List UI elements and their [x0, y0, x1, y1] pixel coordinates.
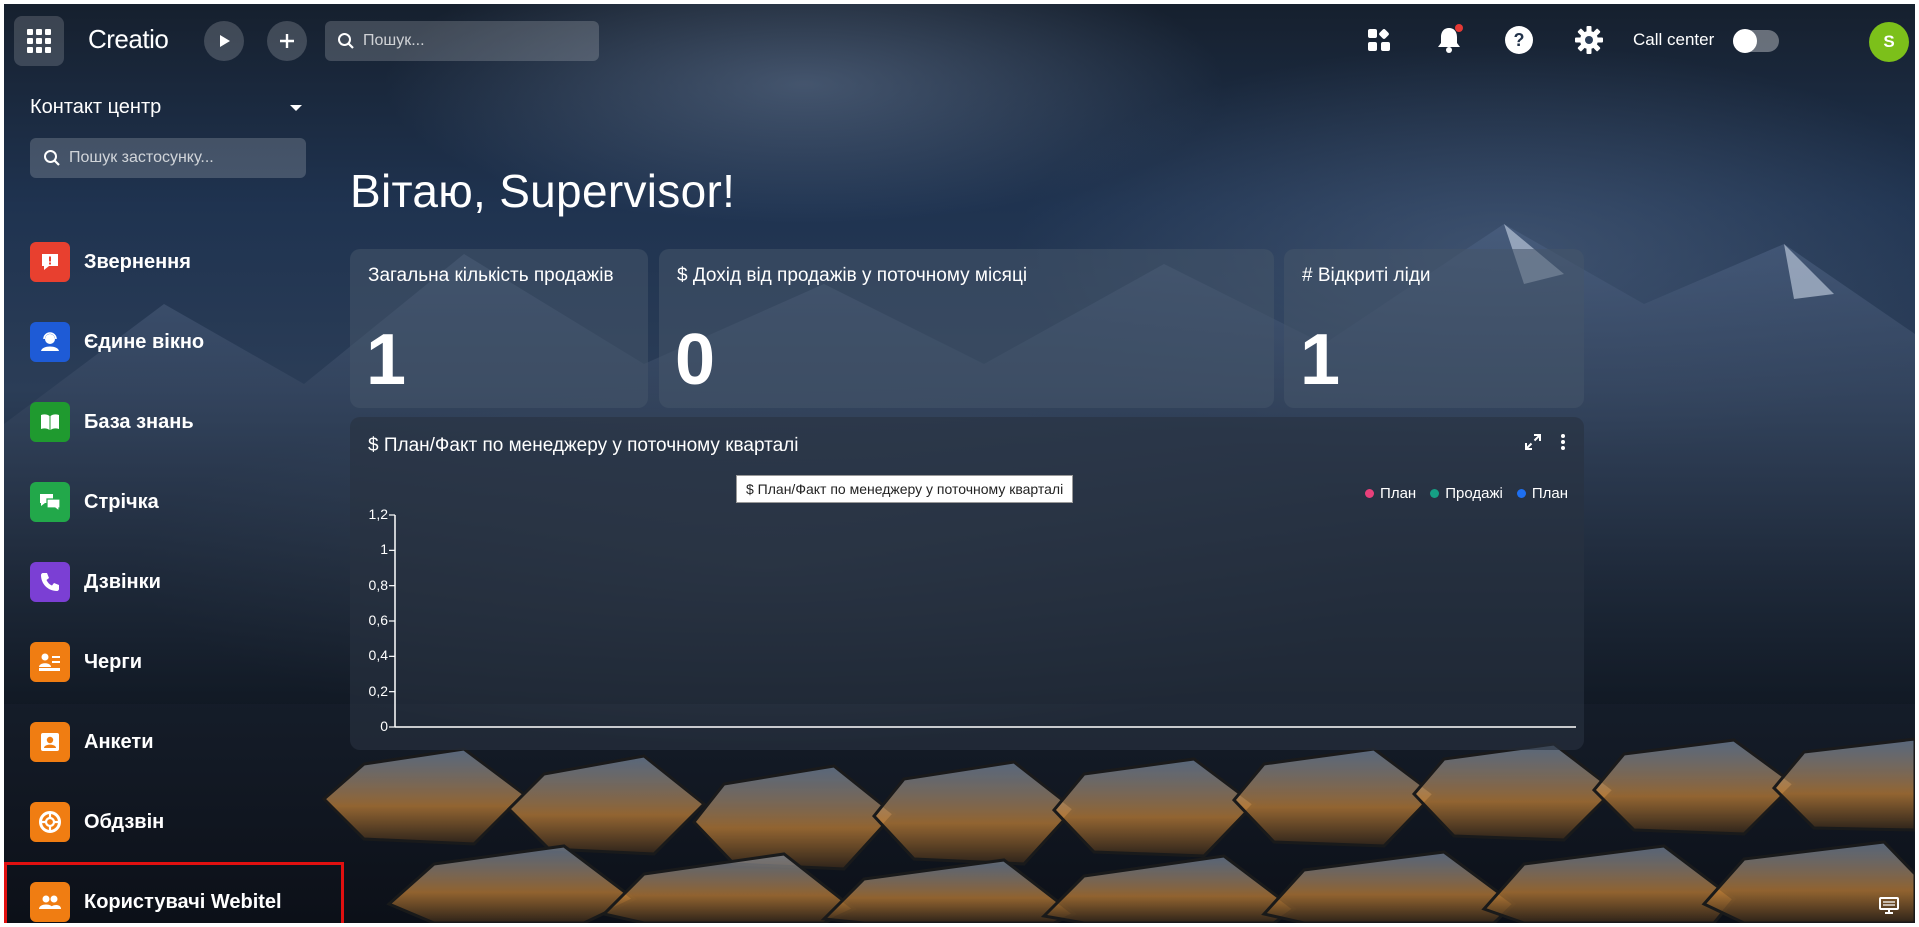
nav-item-call-campaign[interactable]: Обдзвін: [4, 782, 344, 862]
top-bar: Creatio ?: [4, 4, 1915, 76]
chat-icon: [30, 482, 70, 522]
nav-item-label: Звернення: [84, 250, 191, 273]
run-process-button[interactable]: [204, 21, 244, 61]
call-center-toggle[interactable]: [1733, 29, 1779, 53]
gear-icon: [1575, 26, 1603, 54]
nav-item-questionnaires[interactable]: Анкети: [4, 702, 344, 782]
help-icon: ?: [1505, 26, 1533, 54]
notifications-button[interactable]: [1431, 22, 1467, 58]
open-leads-card[interactable]: # Відкриті ліди 1: [1284, 249, 1584, 408]
book-icon: [30, 402, 70, 442]
nav-item-single-window[interactable]: Єдине вікно: [4, 302, 344, 382]
card-title: Загальна кількість продажів: [368, 265, 614, 286]
card-title: # Відкриті ліди: [1302, 265, 1431, 286]
monthly-revenue-card[interactable]: $ Дохід від продажів у поточному місяці …: [659, 249, 1274, 408]
nav-item-label: Черги: [84, 650, 143, 673]
case-icon: [30, 242, 70, 282]
workspace-selector[interactable]: Контакт центр: [30, 96, 306, 119]
notification-dot: [1455, 24, 1463, 32]
phone-icon: [30, 562, 70, 602]
nav-item-calls[interactable]: Дзвінки: [4, 542, 344, 622]
plan-fact-chart-card: $ План/Факт по менеджеру у поточному ква…: [350, 417, 1584, 750]
nav-item-label: База знань: [84, 410, 194, 433]
nav-item-webitel-users[interactable]: Користувачі Webitel: [4, 862, 344, 923]
nav-item-label: Єдине вікно: [84, 330, 205, 353]
agent-icon: [30, 322, 70, 362]
svg-text:?: ?: [1514, 30, 1525, 50]
nav-item-queues[interactable]: Черги: [4, 622, 344, 702]
widgets-icon: [1368, 29, 1390, 51]
app-window: Creatio ?: [4, 4, 1915, 923]
plus-icon: [280, 34, 294, 48]
nav-item-cases[interactable]: Звернення: [4, 222, 344, 302]
card-value: 0: [675, 320, 716, 400]
global-search[interactable]: [325, 21, 599, 61]
app-search-input[interactable]: [69, 149, 269, 167]
users-icon: [30, 882, 70, 922]
app-launcher-button[interactable]: [14, 16, 64, 66]
nav-item-label: Користувачі Webitel: [84, 890, 282, 913]
toggle-knob: [1733, 29, 1757, 53]
search-icon: [338, 33, 354, 49]
nav-item-knowledge-base[interactable]: База знань: [4, 382, 344, 462]
nav-item-label: Стрічка: [84, 490, 159, 513]
nav-item-label: Обдзвін: [84, 810, 165, 833]
help-button[interactable]: ?: [1501, 22, 1537, 58]
creatio-logo[interactable]: Creatio: [88, 24, 169, 55]
queue-icon: [30, 642, 70, 682]
nav-item-label: Анкети: [84, 730, 154, 753]
play-icon: [220, 35, 230, 47]
monitor-icon[interactable]: [1879, 897, 1899, 920]
chevron-down-icon: [290, 104, 302, 111]
add-button[interactable]: [267, 21, 307, 61]
settings-button[interactable]: [1571, 22, 1607, 58]
chart-title-tooltip: $ План/Факт по менеджеру у поточному ква…: [736, 475, 1074, 503]
chart-axes: [389, 514, 1576, 728]
workspace-name: Контакт центр: [30, 96, 162, 118]
card-value: 1: [1300, 320, 1341, 400]
app-navigation: Звернення Єдине вікно База знань Стрічка…: [4, 222, 344, 923]
total-sales-card[interactable]: Загальна кількість продажів 1: [350, 249, 648, 408]
contact-card-icon: [30, 722, 70, 762]
search-input[interactable]: [363, 32, 563, 50]
lifebuoy-icon: [30, 802, 70, 842]
card-title: $ Дохід від продажів у поточному місяці: [677, 265, 1028, 286]
search-icon: [44, 150, 60, 166]
call-center-label: Call center: [1633, 30, 1715, 49]
nav-item-feed[interactable]: Стрічка: [4, 462, 344, 542]
user-avatar[interactable]: S: [1869, 22, 1909, 62]
sections-button[interactable]: [1361, 22, 1397, 58]
nav-item-label: Дзвінки: [84, 570, 161, 593]
welcome-heading: Вітаю, Supervisor!: [350, 165, 736, 217]
app-search[interactable]: [30, 138, 306, 178]
grid-icon: [27, 29, 51, 53]
card-value: 1: [366, 320, 407, 400]
